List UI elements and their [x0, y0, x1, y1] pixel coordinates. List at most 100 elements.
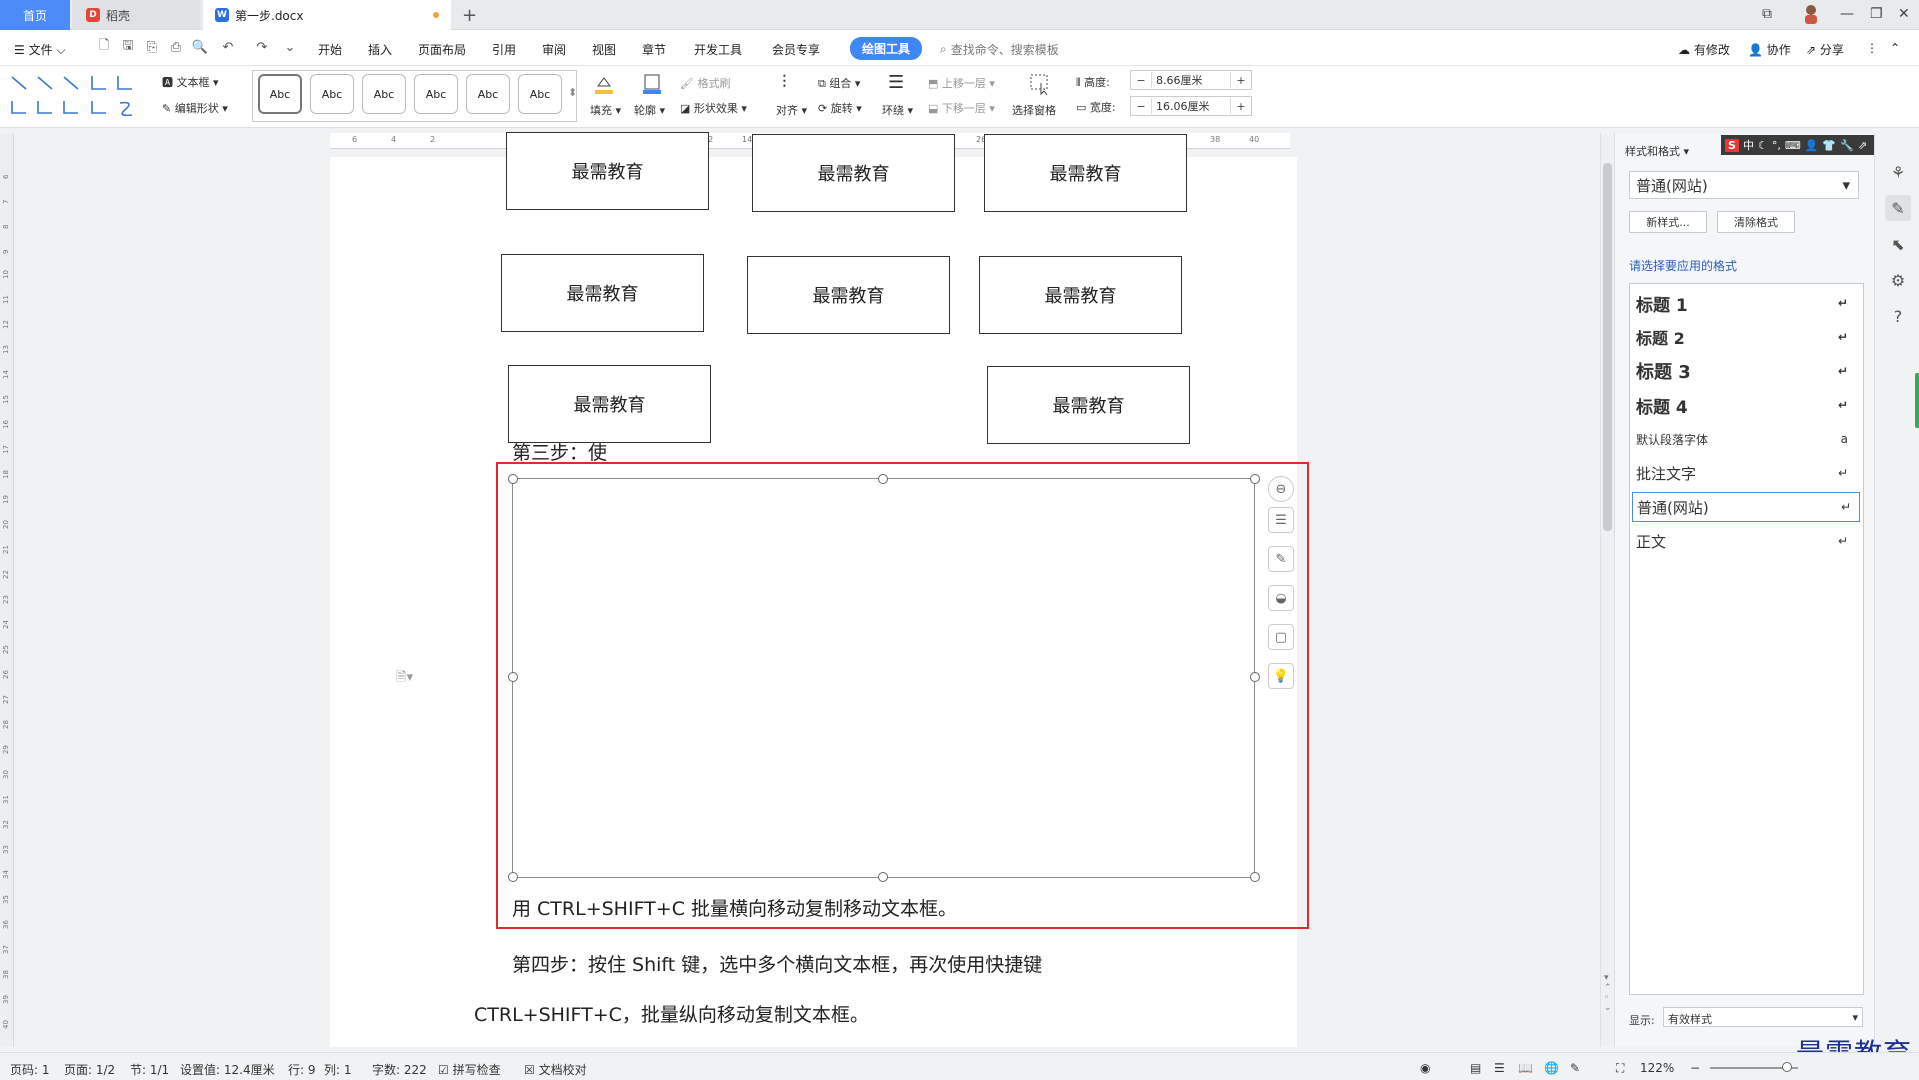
tab-daoke[interactable]: D 稻壳	[72, 0, 200, 30]
ime-mode[interactable]: 中	[1743, 137, 1754, 153]
align-icon[interactable]: ⫶	[782, 72, 787, 93]
current-style-dropdown[interactable]: 普通(网站) ▾	[1629, 171, 1859, 199]
align-button[interactable]: 对齐 ▾	[776, 102, 807, 118]
style-item-heading2[interactable]: 标题 2 ↵	[1636, 322, 1856, 352]
write-view-icon[interactable]: ✎	[1570, 1061, 1580, 1075]
read-view-icon[interactable]: 📖	[1518, 1061, 1533, 1075]
style-item-comment[interactable]: 批注文字 ↵	[1636, 458, 1856, 488]
zoom-out-icon[interactable]: −	[1690, 1061, 1700, 1075]
file-menu[interactable]: ☰ 文件 ⌵	[14, 41, 66, 58]
textbox[interactable]: 最需教育	[987, 366, 1190, 444]
outline-view-icon[interactable]: ☰	[1494, 1061, 1505, 1075]
collapse-icon[interactable]: ⊖	[1268, 476, 1294, 502]
width-stepper[interactable]: − 16.06厘米 +	[1130, 96, 1252, 116]
style-item-heading3[interactable]: 标题 3 ↵	[1636, 356, 1856, 386]
menu-reference[interactable]: 引用	[492, 41, 516, 58]
outline-button[interactable]: 轮廓 ▾	[634, 102, 665, 118]
pen-icon[interactable]: ✎	[1268, 546, 1294, 572]
menu-member[interactable]: 会员专享	[772, 41, 820, 58]
menu-drawing-tools[interactable]: 绘图工具	[850, 37, 923, 60]
proofread-toggle[interactable]: ☒ 文档校对	[524, 1061, 587, 1078]
export-pdf-icon[interactable]: ⎘	[144, 39, 160, 55]
outline-icon[interactable]: ▢	[1268, 624, 1294, 650]
menu-start[interactable]: 开始	[318, 41, 342, 58]
more-icon[interactable]: ⋮	[1866, 41, 1878, 55]
width-input[interactable]: 16.06厘米	[1151, 98, 1231, 114]
save-icon[interactable]: 🖫	[120, 38, 136, 55]
select-pane-icon[interactable]	[1028, 72, 1052, 96]
textbox[interactable]: 最需教育	[984, 134, 1187, 212]
user-icon[interactable]: 👤	[1805, 139, 1819, 152]
width-plus-button[interactable]: +	[1231, 100, 1251, 113]
spell-check-toggle[interactable]: ☑ 拼写检查	[438, 1061, 501, 1078]
group-button[interactable]: ⧉ 组合 ▾	[818, 75, 860, 91]
wrap-button[interactable]: 环绕 ▾	[882, 102, 913, 118]
zoom-slider-thumb[interactable]	[1782, 1062, 1792, 1072]
share-button[interactable]: ⇗ 分享	[1806, 41, 1844, 58]
resize-handle[interactable]	[878, 474, 888, 484]
bring-forward-button[interactable]: ⬒ 上移一层 ▾	[928, 75, 995, 91]
adjust-icon[interactable]: ⚙	[1885, 267, 1911, 293]
style-item-body[interactable]: 正文 ↵	[1636, 526, 1856, 556]
web-view-icon[interactable]: 🌐	[1544, 1061, 1559, 1075]
shape-effect-button[interactable]: ◪ 形状效果 ▾	[680, 100, 747, 116]
restore-icon[interactable]: ❐	[1870, 6, 1883, 22]
redo-icon[interactable]: ↷	[254, 39, 270, 55]
close-icon[interactable]: ✕	[1898, 6, 1910, 22]
status-pages[interactable]: 页面: 1/2	[64, 1061, 115, 1078]
shape-style-6[interactable]: Abc	[518, 74, 562, 114]
wrap-text-icon[interactable]: ☰	[1268, 507, 1294, 533]
minimize-icon[interactable]: —	[1840, 6, 1854, 22]
zoom-level[interactable]: 122%	[1640, 1061, 1674, 1075]
select-pane-button[interactable]: 选择窗格	[1012, 102, 1056, 118]
shape-style-1[interactable]: Abc	[258, 74, 302, 114]
page-nav-icons[interactable]: ▾ ⌃ ◦ ⌄	[1604, 973, 1612, 1013]
new-style-button[interactable]: 新样式...	[1629, 211, 1707, 233]
style-panel-header[interactable]: 样式和格式 ▾	[1625, 143, 1689, 159]
shape-style-3[interactable]: Abc	[362, 74, 406, 114]
modify-button[interactable]: ☁ 有修改	[1678, 41, 1730, 58]
wrap-icon[interactable]: ☰	[888, 72, 904, 93]
undo-icon[interactable]: ↶	[220, 39, 236, 55]
moon-icon[interactable]: ☾	[1758, 139, 1768, 152]
customize-icon[interactable]: ⌄	[282, 39, 298, 55]
gallery-more-icon[interactable]: ⬍	[568, 86, 577, 99]
vertical-ruler[interactable]: 6 7 8 9 10 11 12 13 14 15 16 17 18 19 20…	[0, 133, 14, 1047]
clear-format-button[interactable]: 清除格式	[1717, 211, 1795, 233]
shape-style-5[interactable]: Abc	[466, 74, 510, 114]
status-words[interactable]: 字数: 222	[372, 1061, 427, 1078]
collab-button[interactable]: 👤 协作	[1748, 41, 1791, 58]
tab-document[interactable]: W 第一步.docx	[203, 0, 451, 30]
help-icon[interactable]: ?	[1885, 303, 1911, 329]
new-doc-icon[interactable]: 🗋	[96, 38, 112, 55]
edit-shape-button[interactable]: ✎ 编辑形状 ▾	[162, 100, 228, 116]
fill-bucket-icon[interactable]: ◒	[1268, 585, 1294, 611]
layout-icon[interactable]: ⧉	[1762, 6, 1772, 22]
style-item-default-font[interactable]: 默认段落字体 a	[1636, 424, 1856, 454]
resize-handle[interactable]	[508, 872, 518, 882]
resize-handle[interactable]	[1250, 474, 1260, 484]
paragraph-icon[interactable]: 🗎▾	[396, 668, 413, 690]
textbox[interactable]: 最需教育	[506, 132, 709, 210]
shirt-icon[interactable]: 👕	[1822, 139, 1836, 152]
vertical-scrollbar[interactable]: ▾ ⌃ ◦ ⌄	[1600, 133, 1614, 1047]
height-minus-button[interactable]: −	[1131, 74, 1151, 87]
style-item-heading4[interactable]: 标题 4 ↵	[1636, 390, 1856, 420]
collapse-ribbon-icon[interactable]: ⌃	[1890, 41, 1900, 55]
menu-layout[interactable]: 页面布局	[418, 41, 466, 58]
tab-home[interactable]: 首页	[0, 0, 70, 30]
style-item-web-normal[interactable]: 普通(网站) ↵	[1632, 492, 1860, 522]
shape-style-4[interactable]: Abc	[414, 74, 458, 114]
cursor-icon[interactable]: ⬉	[1885, 231, 1911, 257]
style-item-heading1[interactable]: 标题 1 ↵	[1636, 288, 1856, 318]
rotate-button[interactable]: ⟳ 旋转 ▾	[818, 100, 862, 116]
height-input[interactable]: 8.66厘米	[1151, 72, 1231, 88]
resize-handle[interactable]	[508, 672, 518, 682]
outline-icon[interactable]	[640, 72, 664, 96]
punctuation-icon[interactable]: °,	[1772, 139, 1781, 152]
resize-handle[interactable]	[1250, 872, 1260, 882]
menu-review[interactable]: 审阅	[542, 41, 566, 58]
send-backward-button[interactable]: ⬓ 下移一层 ▾	[928, 100, 995, 116]
fit-page-icon[interactable]: ⛶	[1616, 1061, 1624, 1076]
height-stepper[interactable]: − 8.66厘米 +	[1130, 70, 1252, 90]
